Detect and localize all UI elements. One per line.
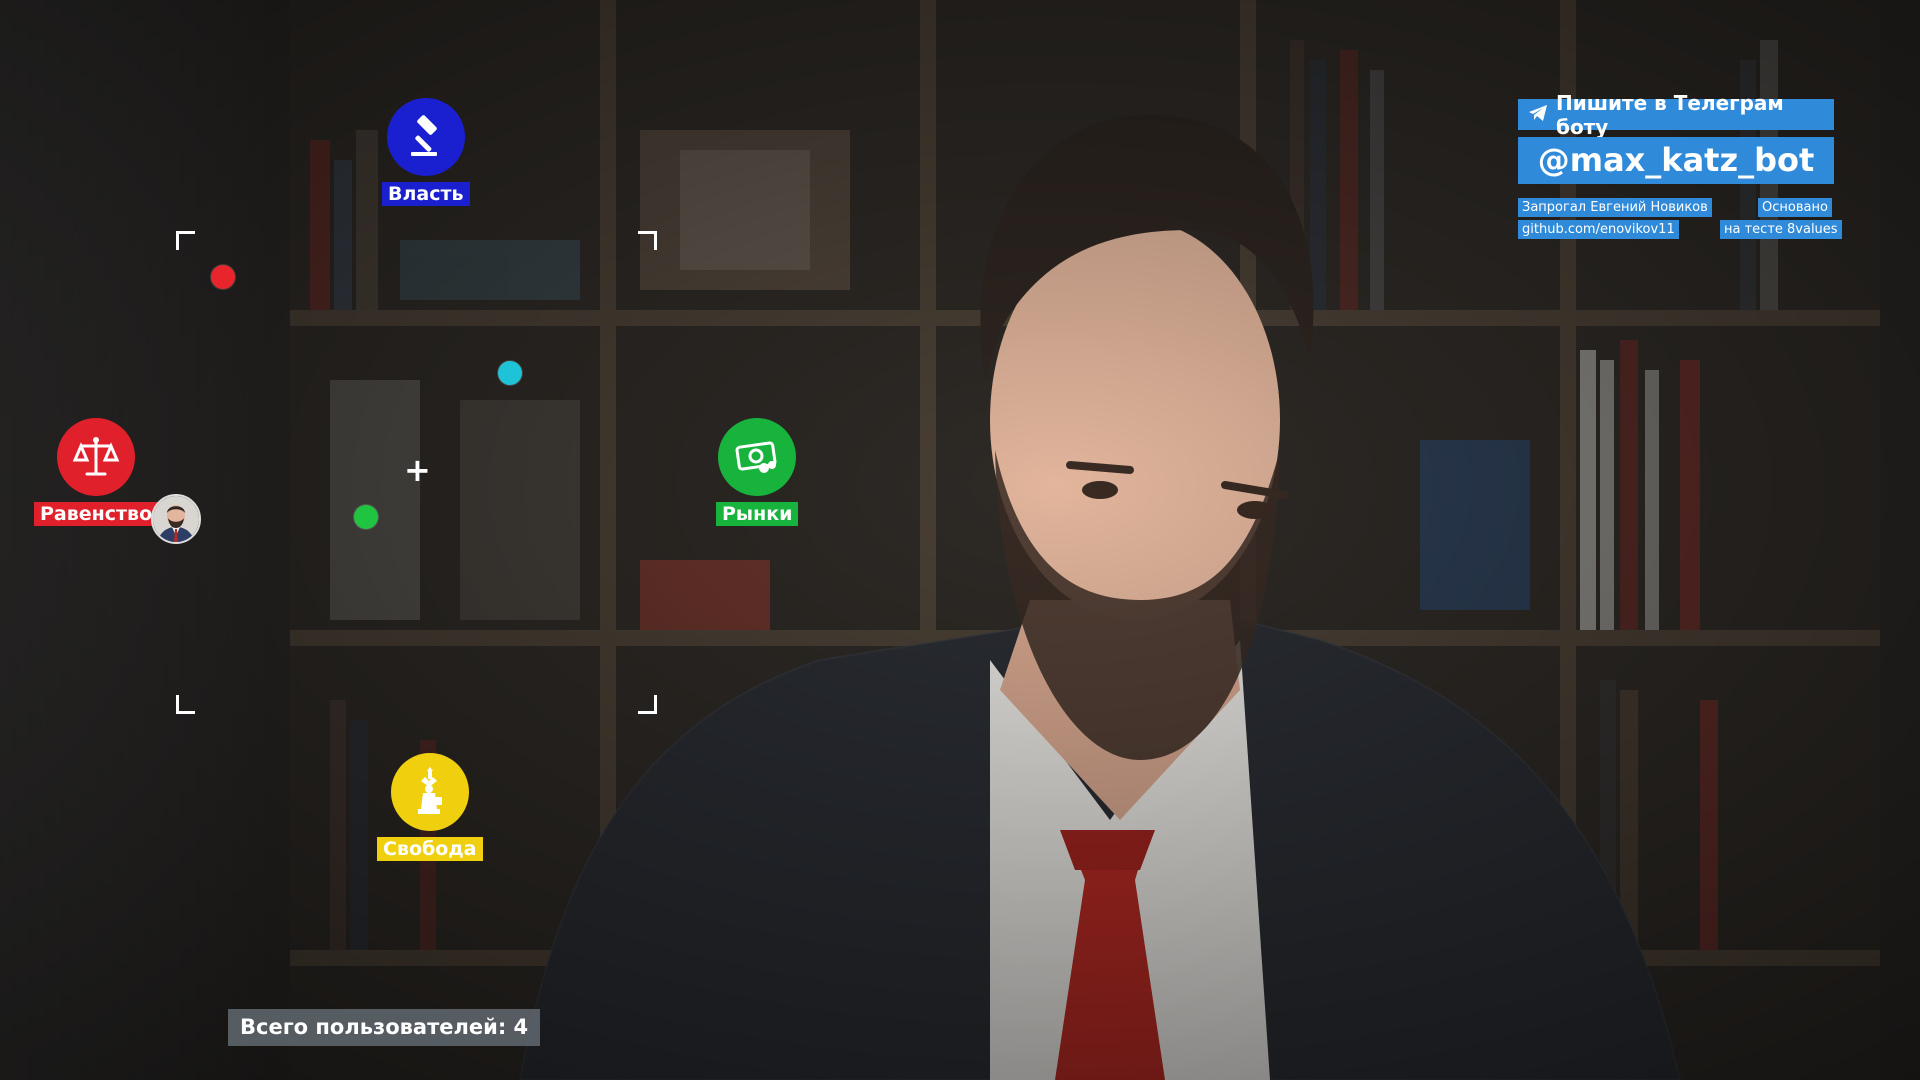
axis-rynki: Рынки [716, 418, 799, 526]
frame-corner-top-right [638, 231, 657, 250]
scales-icon [57, 418, 136, 496]
axis-ravenstvo: Равенство [34, 418, 159, 526]
avatar [151, 494, 201, 544]
telegram-prompt-text: Пишите в Телеграм боту [1556, 90, 1784, 139]
frame-corner-top-left [176, 231, 195, 250]
telegram-bot-handle[interactable]: @max_katz_bot [1518, 137, 1834, 184]
axis-svoboda-label: Свобода [377, 837, 483, 861]
axis-vlast: Власть [382, 98, 470, 206]
credit-author: Запрогал Евгений Новиков [1518, 198, 1712, 217]
frame-corner-bottom-right [638, 695, 657, 714]
axis-ravenstvo-label: Равенство [34, 502, 159, 526]
axis-svoboda: Свобода [377, 753, 483, 861]
credit-based-on-line2: на тесте 8values [1720, 220, 1842, 239]
user-point-cyan [498, 361, 522, 385]
telegram-plane-icon [1528, 103, 1548, 127]
axis-rynki-label: Рынки [716, 502, 799, 526]
user-point-green [354, 505, 378, 529]
frame-corner-bottom-left [176, 695, 195, 714]
axis-vlast-label: Власть [382, 182, 470, 206]
statue-of-liberty-icon [390, 753, 469, 831]
money-icon [718, 418, 797, 496]
user-point-red [211, 265, 235, 289]
credit-github-link[interactable]: github.com/enovikov11 [1518, 220, 1679, 239]
telegram-prompt-banner[interactable]: Пишите в Телеграм боту [1518, 91, 1834, 139]
credit-based-on-line1: Основано [1758, 198, 1832, 217]
gavel-icon [386, 98, 465, 176]
video-frame: Власть Равенство Рынки Свобода + Пишите … [0, 0, 1920, 1080]
users-total-counter: Всего пользователей: 4 [228, 1009, 541, 1046]
center-crosshair: + [404, 451, 431, 489]
